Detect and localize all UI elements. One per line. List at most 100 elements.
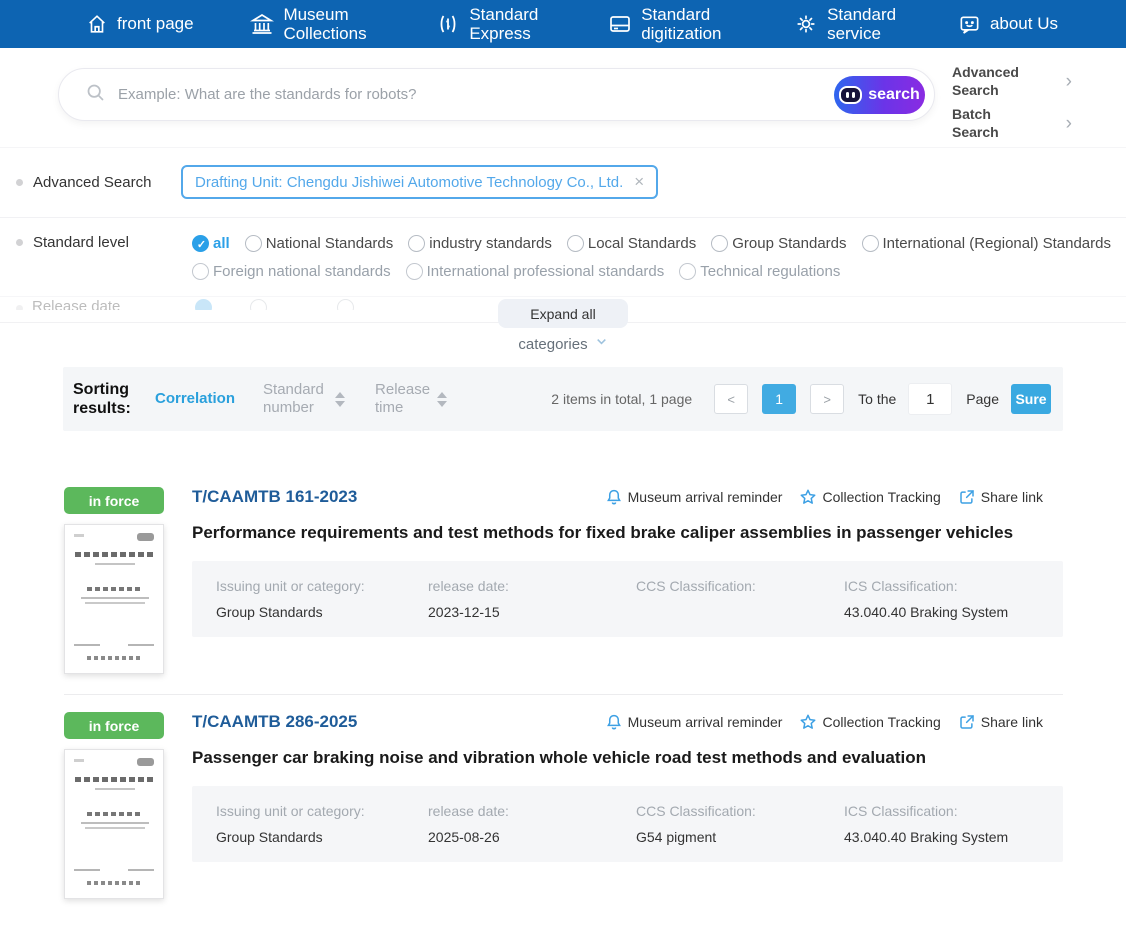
nav-item-museum-collections[interactable]: Museum Collections xyxy=(250,5,379,43)
detail-field: ICS Classification: 43.040.40 Braking Sy… xyxy=(844,578,1008,620)
share-link[interactable]: Share link xyxy=(958,713,1043,731)
categories-dropdown[interactable]: categories xyxy=(0,335,1126,353)
field-value: Group Standards xyxy=(216,829,323,845)
advanced-search-filter-row: Advanced Search Drafting Unit: Chengdu J… xyxy=(0,148,1126,218)
batch-search-link[interactable]: Batch Search › xyxy=(952,106,1072,141)
standard-title-link[interactable]: Passenger car braking noise and vibratio… xyxy=(192,748,1063,768)
collection-tracking-link[interactable]: Collection Tracking xyxy=(799,713,941,731)
action-label: Museum arrival reminder xyxy=(627,489,783,505)
field-label: CCS Classification: xyxy=(636,803,756,819)
about-chat-icon xyxy=(958,13,981,36)
museum-arrival-reminder-link[interactable]: Museum arrival reminder xyxy=(605,713,783,731)
museum-icon xyxy=(250,12,275,36)
result-actions: Museum arrival reminder Collection Track… xyxy=(605,488,1043,506)
close-icon[interactable]: × xyxy=(634,172,644,192)
search-button-label: search xyxy=(868,86,920,103)
search-icon xyxy=(85,82,106,108)
sort-option-release-time[interactable]: Release time xyxy=(375,381,448,417)
result-header-row: T/CAAMTB 286-2025 Museum arrival reminde… xyxy=(192,712,1063,732)
detail-field: Issuing unit or category: Group Standard… xyxy=(216,578,428,620)
star-icon xyxy=(799,713,817,731)
radio-checked-icon xyxy=(192,235,210,253)
radio-option-all[interactable]: all xyxy=(192,235,230,253)
goto-prefix-label: To the xyxy=(858,391,897,407)
nav-item-standard-express[interactable]: Standard Express xyxy=(436,5,551,43)
chevron-right-icon: › xyxy=(1065,71,1072,92)
share-link[interactable]: Share link xyxy=(958,488,1043,506)
radio-option-international-professional-standards[interactable]: International professional standards xyxy=(405,263,665,280)
collection-tracking-link[interactable]: Collection Tracking xyxy=(799,488,941,506)
radio-icon xyxy=(711,235,729,252)
radio-label: International (Regional) Standards xyxy=(882,235,1111,252)
radio-option-group-standards[interactable]: Group Standards xyxy=(711,235,847,252)
sorting-bar: Sorting results: Correlation Standard nu… xyxy=(63,367,1063,431)
radio-checked-icon xyxy=(195,299,212,310)
release-date-label: Release date xyxy=(32,298,121,310)
drafting-unit-filter-tag[interactable]: Drafting Unit: Chengdu Jishiwei Automoti… xyxy=(181,165,659,199)
search-input[interactable] xyxy=(118,86,824,103)
museum-arrival-reminder-link[interactable]: Museum arrival reminder xyxy=(605,488,783,506)
action-label: Museum arrival reminder xyxy=(627,714,783,730)
search-bar: search xyxy=(58,68,935,121)
standard-title-link[interactable]: Performance requirements and test method… xyxy=(192,523,1063,543)
expand-all-button[interactable]: Expand all xyxy=(498,299,628,328)
field-label: CCS Classification: xyxy=(636,578,756,594)
expand-section: Release date Expand all categories xyxy=(0,297,1126,359)
document-thumbnail[interactable] xyxy=(64,749,164,899)
sort-carets-icon[interactable] xyxy=(335,391,346,407)
radio-label: Technical regulations xyxy=(700,263,841,280)
field-value: 43.040.40 Braking System xyxy=(844,604,1009,620)
radio-label: International professional standards xyxy=(426,263,665,280)
current-page-button[interactable]: 1 xyxy=(762,384,797,414)
nav-label: about Us xyxy=(989,14,1058,34)
sort-carets-icon[interactable] xyxy=(437,391,448,407)
next-page-button[interactable]: > xyxy=(810,384,845,414)
field-label: Issuing unit or category: xyxy=(216,803,365,819)
radio-icon xyxy=(408,235,426,252)
document-thumbnail[interactable] xyxy=(64,524,164,674)
nav-item-standard-service[interactable]: Standard service xyxy=(794,5,901,43)
previous-page-button[interactable]: < xyxy=(714,384,749,414)
field-label: release date: xyxy=(428,803,509,819)
field-value: 43.040.40 Braking System xyxy=(844,829,1009,845)
nav-item-about-us[interactable]: about Us xyxy=(958,13,1058,36)
nav-item-standard-digitization[interactable]: Standard digitization xyxy=(608,5,737,43)
nav-label: Museum Collections xyxy=(283,4,367,43)
radio-icon xyxy=(337,299,354,310)
field-label: release date: xyxy=(428,578,509,594)
radio-option-international-regional-standards[interactable]: International (Regional) Standards xyxy=(861,235,1111,252)
radio-option-foreign-national-standards[interactable]: Foreign national standards xyxy=(192,263,391,280)
status-badge: in force xyxy=(64,487,164,514)
detail-field: Issuing unit or category: Group Standard… xyxy=(216,803,428,845)
advanced-search-link[interactable]: Advanced Search › xyxy=(952,64,1072,99)
goto-confirm-button[interactable]: Sure xyxy=(1011,384,1051,414)
radio-option-national-standards[interactable]: National Standards xyxy=(244,235,393,252)
release-date-filter-row-clipped: Release date xyxy=(0,297,470,310)
radio-icon xyxy=(405,263,423,280)
sort-option-label: Correlation xyxy=(155,390,236,407)
detail-field: CCS Classification: xyxy=(636,578,844,620)
radio-option-technical-regulations[interactable]: Technical regulations xyxy=(679,263,840,280)
radio-option-industry-standards[interactable]: industry standards xyxy=(408,235,552,252)
sort-option-correlation[interactable]: Correlation xyxy=(155,390,235,408)
sort-option-standard-number[interactable]: Standard number xyxy=(263,381,346,417)
digitization-icon xyxy=(608,12,632,36)
result-item: in force T/CAAMTB 286-2025 Museum arriva… xyxy=(64,712,1063,919)
standard-code-link[interactable]: T/CAAMTB 161-2023 xyxy=(192,487,357,507)
search-button[interactable]: search xyxy=(834,76,925,114)
field-label: ICS Classification: xyxy=(844,803,958,819)
bell-icon xyxy=(605,488,623,506)
filter-label-wrap: Standard level xyxy=(16,233,181,251)
nav-item-front-page[interactable]: front page xyxy=(86,13,194,35)
standard-level-filter-row: Standard level all National Standards in… xyxy=(0,218,1126,297)
radio-option-local-standards[interactable]: Local Standards xyxy=(566,235,696,252)
nav-label: Standard Express xyxy=(469,4,539,43)
standard-level-options: all National Standards industry standard… xyxy=(192,233,1111,280)
goto-page-input[interactable] xyxy=(908,383,953,415)
nav-label: Standard digitization xyxy=(641,4,722,43)
standard-code-link[interactable]: T/CAAMTB 286-2025 xyxy=(192,712,357,732)
radio-icon xyxy=(250,299,267,310)
detail-field: release date: 2023-12-15 xyxy=(428,578,636,620)
radio-label: all xyxy=(213,235,230,252)
filter-label-wrap: Advanced Search xyxy=(16,174,181,191)
